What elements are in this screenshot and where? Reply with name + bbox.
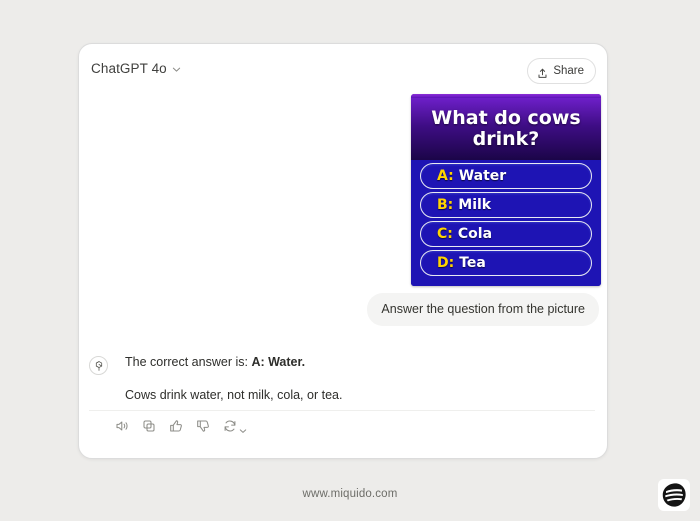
quiz-answer-text: Cola <box>457 226 493 242</box>
card-header: ChatGPT 4o Share <box>79 44 607 96</box>
quiz-answer-option[interactable]: A: Water <box>420 163 592 189</box>
miquido-logo <box>658 479 690 511</box>
thumbs-down-icon[interactable] <box>196 419 210 433</box>
chevron-down-icon[interactable] <box>239 422 247 433</box>
model-selector[interactable]: ChatGPT 4o <box>91 61 181 76</box>
share-button[interactable]: Share <box>527 58 596 84</box>
assistant-answer-prefix: The correct answer is: <box>125 355 252 369</box>
quiz-answer-option[interactable]: D: Tea <box>420 250 592 276</box>
quiz-answer-option[interactable]: B: Milk <box>420 192 592 218</box>
openai-logo-icon <box>89 356 108 375</box>
user-message-bubble: Answer the question from the picture <box>367 293 599 326</box>
message-divider <box>89 410 595 411</box>
chevron-down-icon <box>172 65 181 74</box>
quiz-answer-text: Tea <box>459 255 486 271</box>
share-button-label: Share <box>553 65 584 77</box>
user-message-text: Answer the question from the picture <box>381 302 585 316</box>
quiz-image-attachment[interactable]: What do cows drink? A: Water B: Milk C: … <box>411 94 601 286</box>
quiz-answer-letter: B: <box>437 197 454 213</box>
quiz-answer-option[interactable]: C: Cola <box>420 221 592 247</box>
assistant-explanation-line: Cows drink water, not milk, cola, or tea… <box>125 387 343 402</box>
read-aloud-icon[interactable] <box>115 419 129 433</box>
message-action-toolbar <box>115 419 247 433</box>
thumbs-up-icon[interactable] <box>169 419 183 433</box>
assistant-text-body: The correct answer is: A: Water. Cows dr… <box>125 354 595 404</box>
quiz-answer-letter: A: <box>437 168 454 184</box>
copy-icon[interactable] <box>142 419 156 433</box>
assistant-answer-line: The correct answer is: A: Water. <box>125 354 595 372</box>
model-name-label: ChatGPT 4o <box>91 61 167 76</box>
share-upload-icon <box>537 66 548 78</box>
chat-card: ChatGPT 4o Share What do cows drink? A: … <box>78 43 608 459</box>
quiz-question-panel: What do cows drink? <box>411 98 601 160</box>
regenerate-icon[interactable] <box>223 419 237 433</box>
quiz-answer-letter: D: <box>437 255 455 271</box>
quiz-answer-text: Milk <box>458 197 492 213</box>
quiz-answers-list: A: Water B: Milk C: Cola D: Tea <box>411 160 601 286</box>
assistant-message: The correct answer is: A: Water. Cows dr… <box>89 354 595 404</box>
quiz-question-text: What do cows drink? <box>431 107 581 150</box>
footer-url: www.miquido.com <box>302 488 398 500</box>
quiz-answer-letter: C: <box>437 226 453 242</box>
quiz-answer-text: Water <box>458 168 507 184</box>
assistant-answer-bold: A: Water. <box>251 355 306 369</box>
regenerate-button[interactable] <box>223 419 247 433</box>
